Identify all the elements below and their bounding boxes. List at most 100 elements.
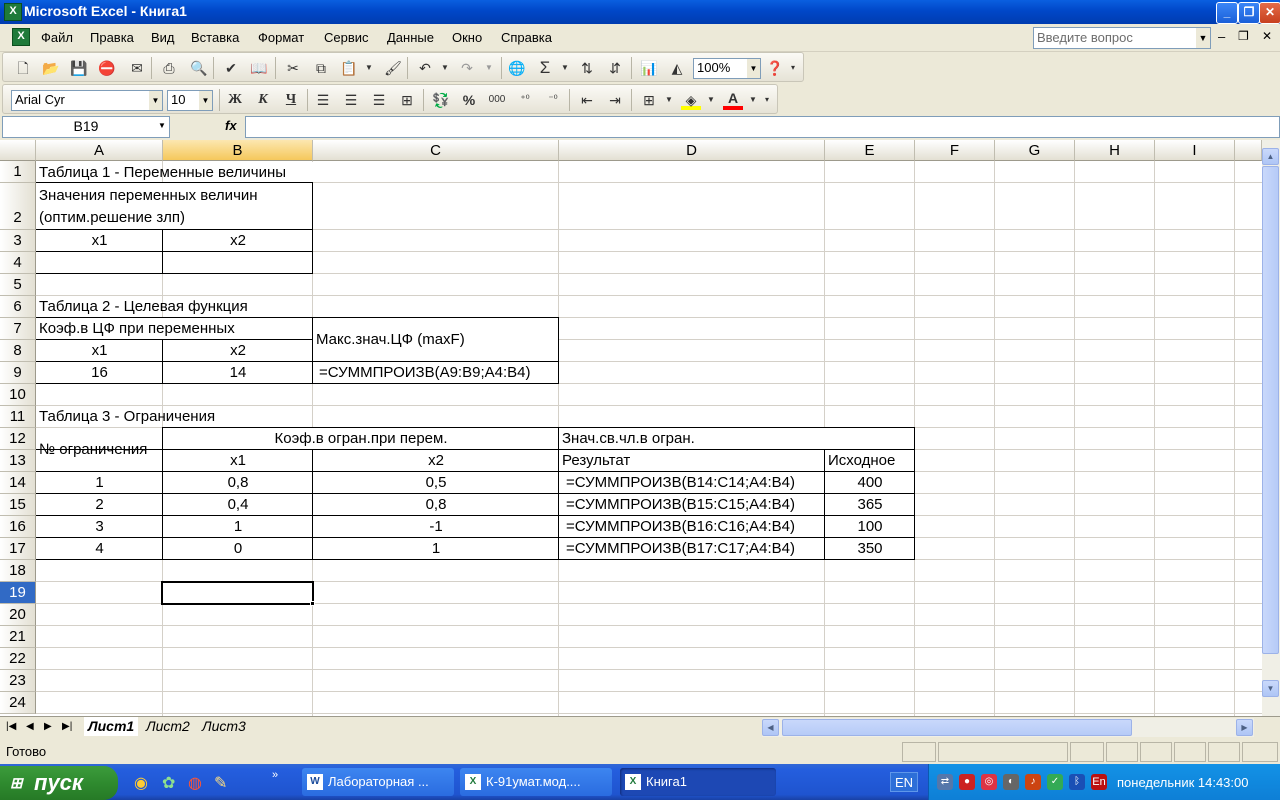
cell-b14[interactable]: 0,8 bbox=[163, 472, 313, 493]
quicklaunch-browser-icon[interactable]: ◉ bbox=[134, 773, 148, 793]
row-header[interactable]: 12 bbox=[0, 428, 36, 450]
quicklaunch-network-icon[interactable]: ✿ bbox=[162, 773, 175, 793]
menu-insert[interactable]: Вставка bbox=[191, 30, 239, 45]
tray-antivirus-icon[interactable]: ● bbox=[959, 774, 975, 790]
increase-indent-icon[interactable]: ⇥ bbox=[605, 90, 625, 110]
row-header[interactable]: 9 bbox=[0, 362, 36, 384]
cell-a2-line2[interactable]: (оптим.решение злп) bbox=[36, 207, 188, 228]
menu-tools[interactable]: Сервис bbox=[324, 30, 369, 45]
paste-icon[interactable]: 📋 bbox=[339, 58, 359, 78]
selected-cell-b19[interactable] bbox=[161, 581, 314, 605]
column-header-next[interactable] bbox=[1235, 140, 1262, 161]
row-header[interactable]: 24 bbox=[0, 692, 36, 714]
select-all-corner[interactable] bbox=[0, 140, 36, 161]
cell-a11[interactable]: Таблица 3 - Ограничения bbox=[36, 406, 218, 427]
cell-e17[interactable]: 350 bbox=[825, 538, 915, 559]
cell-a17[interactable]: 4 bbox=[36, 538, 163, 559]
close-button[interactable]: ✕ bbox=[1259, 2, 1280, 24]
font-size-dropdown-icon[interactable]: ▼ bbox=[199, 91, 212, 110]
formula-input[interactable] bbox=[245, 116, 1280, 138]
help-dropdown-icon[interactable]: ▼ bbox=[1196, 28, 1210, 48]
redo-icon[interactable]: ↷ bbox=[457, 58, 477, 78]
quicklaunch-app-icon[interactable]: ✎ bbox=[214, 773, 227, 793]
cell-b12[interactable]: Коэф.в огран.при перем. bbox=[163, 428, 559, 449]
row-header[interactable]: 2 bbox=[0, 183, 36, 230]
name-box-dropdown-icon[interactable]: ▼ bbox=[155, 117, 169, 135]
sheet-tab-2[interactable]: Лист2 bbox=[142, 717, 194, 736]
menu-window[interactable]: Окно bbox=[452, 30, 482, 45]
cell-d16[interactable]: =СУММПРОИЗВ(B16:C16;A4:B4) bbox=[563, 516, 798, 537]
chart-wizard-icon[interactable]: 📊 bbox=[639, 58, 659, 78]
quicklaunch-opera-icon[interactable]: ◍ bbox=[188, 773, 202, 793]
tray-update-icon[interactable]: ✓ bbox=[1047, 774, 1063, 790]
insert-function-icon[interactable]: fx bbox=[225, 118, 237, 133]
cell-d12[interactable]: Знач.св.чл.в огран. bbox=[559, 428, 698, 449]
cell-b9[interactable]: 14 bbox=[163, 362, 313, 383]
prev-sheet-icon[interactable]: ◀ bbox=[26, 721, 34, 732]
name-box[interactable]: B19 ▼ bbox=[2, 116, 170, 138]
font-color-dropdown-icon[interactable]: ▼ bbox=[743, 90, 763, 110]
help-question-input[interactable]: Введите вопрос ▼ bbox=[1033, 27, 1211, 49]
row-header[interactable]: 22 bbox=[0, 648, 36, 670]
row-header[interactable]: 10 bbox=[0, 384, 36, 406]
research-icon[interactable]: 📖 bbox=[249, 58, 269, 78]
row-header[interactable]: 4 bbox=[0, 252, 36, 274]
row-header-selected[interactable]: 19 bbox=[0, 582, 36, 604]
column-header-h[interactable]: H bbox=[1075, 140, 1155, 161]
menu-file[interactable]: Файл bbox=[41, 30, 73, 45]
cell-c15[interactable]: 0,8 bbox=[313, 494, 559, 515]
worksheet-grid[interactable]: A B C D E F G H I 1 2 3 4 5 6 7 8 9 10 1… bbox=[0, 140, 1262, 716]
menu-help[interactable]: Справка bbox=[501, 30, 552, 45]
cell-b3[interactable]: x2 bbox=[163, 230, 313, 251]
row-header[interactable]: 14 bbox=[0, 472, 36, 494]
row-header[interactable]: 6 bbox=[0, 296, 36, 318]
cell-e16[interactable]: 100 bbox=[825, 516, 915, 537]
cell-d17[interactable]: =СУММПРОИЗВ(B17:C17;A4:B4) bbox=[563, 538, 798, 559]
save-icon[interactable]: 💾 bbox=[69, 58, 89, 78]
row-header[interactable]: 11 bbox=[0, 406, 36, 428]
column-header-g[interactable]: G bbox=[995, 140, 1075, 161]
row-header[interactable]: 1 bbox=[0, 161, 36, 183]
scroll-up-icon[interactable]: ▲ bbox=[1262, 148, 1279, 165]
cell-a7[interactable]: Коэф.в ЦФ при переменных bbox=[36, 318, 238, 339]
vertical-scroll-thumb[interactable] bbox=[1262, 166, 1279, 654]
menu-data[interactable]: Данные bbox=[387, 30, 434, 45]
autosum-dropdown-icon[interactable]: ▼ bbox=[555, 58, 575, 78]
cell-a2-line1[interactable]: Значения переменных величин bbox=[36, 185, 261, 206]
cell-e14[interactable]: 400 bbox=[825, 472, 915, 493]
cell-c9[interactable]: =СУММПРОИЗВ(A9:B9;A4:B4) bbox=[316, 362, 533, 383]
font-name-dropdown-icon[interactable]: ▼ bbox=[149, 91, 162, 110]
column-header-b[interactable]: B bbox=[163, 140, 313, 161]
new-icon[interactable]: 🗋 bbox=[13, 58, 33, 78]
doc-minimize-button[interactable]: – bbox=[1218, 29, 1225, 44]
row-header[interactable]: 7 bbox=[0, 318, 36, 340]
scroll-left-icon[interactable]: ◀ bbox=[762, 719, 779, 736]
cell-a15[interactable]: 2 bbox=[36, 494, 163, 515]
column-header-a[interactable]: A bbox=[36, 140, 163, 161]
drawing-icon[interactable]: ◭ bbox=[667, 58, 687, 78]
quicklaunch-more-icon[interactable]: » bbox=[272, 769, 278, 781]
decrease-indent-icon[interactable]: ⇤ bbox=[577, 90, 597, 110]
bold-button[interactable]: Ж bbox=[225, 90, 245, 110]
maximize-button[interactable]: ❐ bbox=[1238, 2, 1260, 24]
row-header[interactable]: 3 bbox=[0, 230, 36, 252]
cell-a14[interactable]: 1 bbox=[36, 472, 163, 493]
print-icon[interactable]: ⎙ bbox=[159, 58, 179, 78]
borders-icon[interactable]: ⊞ bbox=[639, 90, 659, 110]
row-header[interactable]: 23 bbox=[0, 670, 36, 692]
cell-c13[interactable]: x2 bbox=[313, 450, 559, 471]
cell-a3[interactable]: x1 bbox=[36, 230, 163, 251]
first-sheet-icon[interactable]: |◀ bbox=[6, 721, 16, 732]
sheet-tab-1[interactable]: Лист1 bbox=[84, 717, 139, 736]
tray-bluetooth-icon[interactable]: ᛒ bbox=[1069, 774, 1085, 790]
language-indicator[interactable]: EN bbox=[890, 772, 918, 792]
menu-format[interactable]: Формат bbox=[258, 30, 304, 45]
row-header[interactable]: 13 bbox=[0, 450, 36, 472]
row-header[interactable]: 21 bbox=[0, 626, 36, 648]
font-size-select[interactable]: 10 ▼ bbox=[167, 90, 213, 111]
fill-color-icon[interactable]: ◈ bbox=[681, 90, 701, 110]
increase-decimal-icon[interactable]: ⁺⁰ bbox=[515, 90, 535, 110]
excel-app-icon[interactable]: X bbox=[4, 3, 22, 21]
font-color-icon[interactable]: A bbox=[723, 90, 743, 110]
cell-c7[interactable]: Макс.знач.ЦФ (maxF) bbox=[313, 329, 468, 350]
